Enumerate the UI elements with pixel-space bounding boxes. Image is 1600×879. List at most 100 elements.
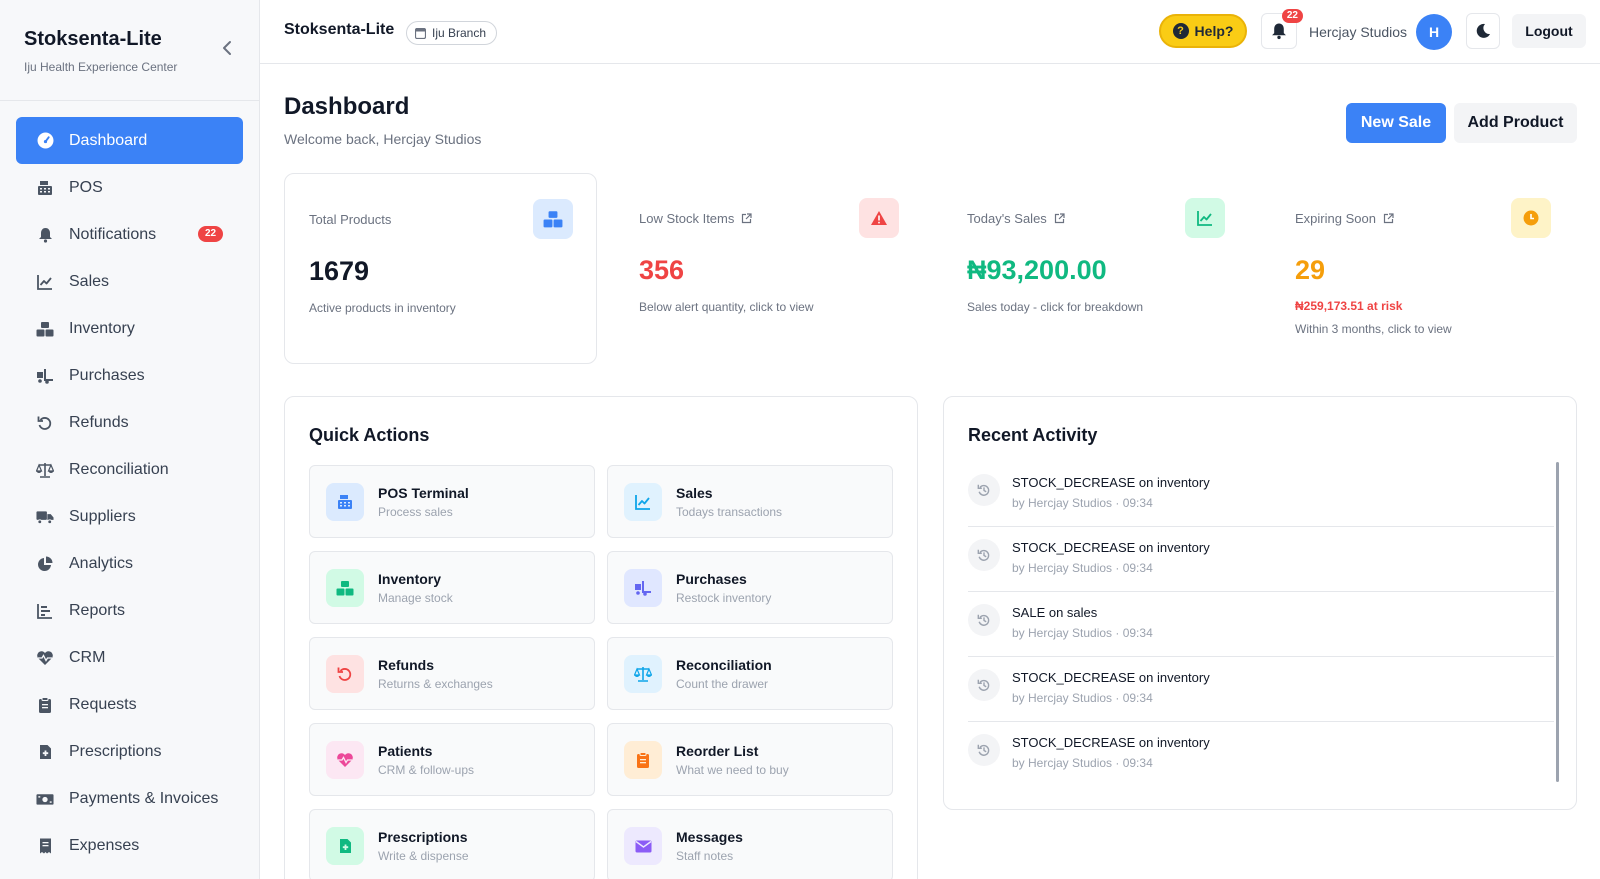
stat-note: Sales today - click for breakdown: [967, 300, 1144, 314]
quick-action-subtitle: Count the drawer: [676, 677, 769, 691]
sidebar-item-inventory[interactable]: Inventory: [16, 305, 243, 352]
quick-action-title: Refunds: [378, 657, 434, 673]
avatar[interactable]: H: [1416, 14, 1452, 50]
truck-loading-icon: [36, 367, 54, 385]
sidebar-item-label: Reports: [69, 601, 126, 619]
sidebar-item-dashboard[interactable]: Dashboard: [16, 117, 243, 164]
line-chart-icon: [36, 273, 54, 291]
activity-item[interactable]: STOCK_DECREASE on inventory by Hercjay S…: [968, 462, 1554, 527]
stat-card-low-stock[interactable]: Low Stock Items 356 Below alert quantity…: [615, 173, 917, 364]
notifications-button[interactable]: 22: [1261, 9, 1303, 49]
bell-icon: [36, 226, 54, 244]
sidebar-item-label: Refunds: [69, 413, 129, 431]
sidebar-item-label: Analytics: [69, 554, 134, 572]
theme-toggle-button[interactable]: [1466, 13, 1500, 49]
activity-meta: by Hercjay Studios · 09:34: [1012, 496, 1153, 510]
sidebar: Stoksenta-Lite Iju Health Experience Cen…: [0, 0, 260, 879]
activity-item[interactable]: SALE on sales by Hercjay Studios · 09:34: [968, 592, 1554, 657]
notification-count-badge: 22: [1281, 9, 1303, 23]
branch-chip[interactable]: Iju Branch: [406, 21, 498, 45]
truck-icon: [36, 508, 54, 526]
brand-title: Stoksenta-Lite: [24, 28, 162, 50]
quick-action-title: Reorder List: [676, 743, 759, 759]
quick-action-reorder-list[interactable]: Reorder List What we need to buy: [607, 723, 893, 796]
sidebar-item-payments-invoices[interactable]: Payments & Invoices: [16, 775, 243, 822]
sidebar-item-label: POS: [69, 178, 103, 196]
quick-action-title: Reconciliation: [676, 657, 772, 673]
sidebar-item-purchases[interactable]: Purchases: [16, 352, 243, 399]
sidebar-item-label: Purchases: [69, 366, 145, 384]
external-link-icon: [741, 213, 752, 224]
sidebar-item-prescriptions[interactable]: Prescriptions: [16, 728, 243, 775]
sidebar-item-suppliers[interactable]: Suppliers: [16, 493, 243, 540]
sidebar-item-label: Suppliers: [69, 507, 136, 525]
money-icon: [36, 790, 54, 808]
sidebar-item-label: CRM: [69, 648, 106, 666]
quick-action-purchases[interactable]: Purchases Restock inventory: [607, 551, 893, 624]
sidebar-item-refunds[interactable]: Refunds: [16, 399, 243, 446]
stat-card-expiring-soon[interactable]: Expiring Soon 29 ₦259,173.51 at risk Wit…: [1271, 173, 1577, 364]
bar-chart-icon: [36, 602, 54, 620]
sidebar-item-requests[interactable]: Requests: [16, 681, 243, 728]
boxes-icon: [326, 569, 364, 607]
quick-actions-title: Quick Actions: [309, 425, 430, 445]
quick-action-sales[interactable]: Sales Todays transactions: [607, 465, 893, 538]
sidebar-item-expenses[interactable]: Expenses: [16, 822, 243, 869]
activity-meta: by Hercjay Studios · 09:34: [1012, 756, 1153, 770]
sidebar-item-reports[interactable]: Reports: [16, 587, 243, 634]
stat-card-todays-sales[interactable]: Today's Sales ₦93,200.00 Sales today - c…: [943, 173, 1245, 364]
quick-action-refunds[interactable]: Refunds Returns & exchanges: [309, 637, 595, 710]
clipboard-icon: [36, 696, 54, 714]
stat-label: Total Products: [309, 212, 391, 227]
question-icon: ?: [1172, 23, 1189, 39]
help-button[interactable]: ? Help?: [1159, 14, 1247, 48]
quick-action-subtitle: Write & dispense: [378, 849, 469, 863]
stat-value: ₦93,200.00: [967, 255, 1107, 285]
brand-subtitle: Iju Health Experience Center: [24, 60, 178, 74]
top-bar: Stoksenta-Lite Iju Branch ? Help? 22 Her…: [260, 0, 1600, 64]
sidebar-item-reconciliation[interactable]: Reconciliation: [16, 446, 243, 493]
sidebar-nav: Dashboard POS Notifications 22 Sales Inv…: [0, 101, 259, 869]
quick-action-reconciliation[interactable]: Reconciliation Count the drawer: [607, 637, 893, 710]
activity-item[interactable]: STOCK_DECREASE on inventory by Hercjay S…: [968, 722, 1554, 787]
quick-action-subtitle: Restock inventory: [676, 591, 772, 605]
logout-button[interactable]: Logout: [1512, 14, 1586, 48]
new-sale-button[interactable]: New Sale: [1346, 103, 1446, 143]
line-chart-icon: [1185, 198, 1225, 238]
quick-action-prescriptions[interactable]: Prescriptions Write & dispense: [309, 809, 595, 879]
cash-register-icon: [36, 179, 54, 197]
sidebar-item-label: Dashboard: [69, 131, 148, 149]
brand: Stoksenta-Lite Iju Health Experience Cen…: [0, 0, 259, 101]
activity-title: STOCK_DECREASE on inventory: [1012, 670, 1210, 685]
quick-action-pos-terminal[interactable]: POS Terminal Process sales: [309, 465, 595, 538]
activity-item[interactable]: STOCK_DECREASE on inventory by Hercjay S…: [968, 527, 1554, 592]
stat-label-text: Low Stock Items: [639, 211, 735, 226]
quick-action-title: Sales: [676, 485, 713, 501]
add-product-button[interactable]: Add Product: [1454, 103, 1577, 143]
quick-action-title: Messages: [676, 829, 743, 845]
activity-scrollbar[interactable]: [1556, 462, 1559, 782]
envelope-icon: [624, 827, 662, 865]
activity-title: STOCK_DECREASE on inventory: [1012, 540, 1210, 555]
sidebar-item-notifications[interactable]: Notifications 22: [16, 211, 243, 258]
receipt-icon: [36, 837, 54, 855]
quick-action-inventory[interactable]: Inventory Manage stock: [309, 551, 595, 624]
pie-chart-icon: [36, 555, 54, 573]
sidebar-item-sales[interactable]: Sales: [16, 258, 243, 305]
chevron-left-icon: [223, 41, 231, 55]
sidebar-item-label: Notifications: [69, 225, 157, 243]
collapse-sidebar-button[interactable]: [217, 38, 237, 58]
stat-value: 356: [639, 255, 685, 285]
page-title: Dashboard: [284, 93, 410, 120]
activity-item[interactable]: STOCK_DECREASE on inventory by Hercjay S…: [968, 657, 1554, 722]
stat-label: Today's Sales: [967, 211, 1065, 226]
quick-action-messages[interactable]: Messages Staff notes: [607, 809, 893, 879]
sidebar-item-pos[interactable]: POS: [16, 164, 243, 211]
sidebar-item-crm[interactable]: CRM: [16, 634, 243, 681]
quick-action-patients[interactable]: Patients CRM & follow-ups: [309, 723, 595, 796]
sidebar-item-analytics[interactable]: Analytics: [16, 540, 243, 587]
gauge-icon: [36, 132, 54, 150]
file-medical-icon: [326, 827, 364, 865]
quick-action-title: Purchases: [676, 571, 747, 587]
quick-action-subtitle: What we need to buy: [676, 763, 789, 777]
